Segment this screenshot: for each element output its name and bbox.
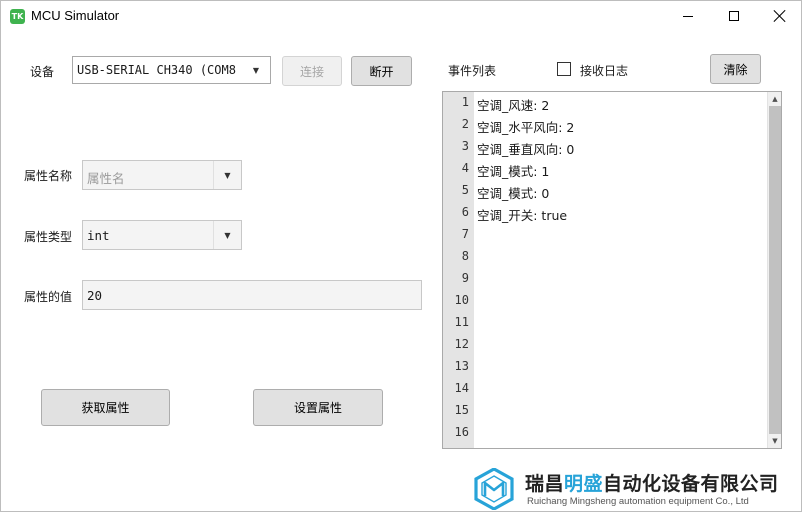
- scrollbar-thumb[interactable]: [769, 106, 781, 434]
- line-number: 6: [461, 205, 469, 219]
- event-line: 空调_模式: 0: [477, 186, 550, 201]
- line-number: 16: [454, 425, 469, 439]
- event-line: 空调_模式: 1: [477, 164, 550, 179]
- receive-log-checkbox[interactable]: [557, 62, 571, 76]
- line-number: 4: [461, 161, 469, 175]
- line-number: 12: [454, 337, 469, 351]
- line-number: 5: [461, 183, 469, 197]
- minimize-button[interactable]: [665, 1, 711, 31]
- property-name-label: 属性名称: [24, 169, 73, 183]
- company-name-en: Ruichang Mingsheng automation equipment …: [527, 496, 749, 507]
- property-value-input-wrapper: [82, 280, 422, 310]
- scroll-up-icon[interactable]: ▲: [768, 92, 781, 106]
- line-number: 8: [461, 249, 469, 263]
- property-value-label: 属性的值: [24, 290, 73, 304]
- close-button[interactable]: [757, 1, 802, 31]
- disconnect-button[interactable]: 断开: [351, 56, 412, 86]
- property-name-select[interactable]: 属性名 ▼: [82, 160, 242, 190]
- set-property-button[interactable]: 设置属性: [253, 389, 383, 426]
- app-window: TK MCU Simulator 设备 USB-SERIAL CH340 (CO…: [0, 0, 802, 512]
- receive-log-label[interactable]: 接收日志: [580, 62, 628, 79]
- vertical-scrollbar[interactable]: ▲ ▼: [767, 92, 781, 448]
- event-line: 空调_水平风向: 2: [477, 120, 575, 135]
- property-name-placeholder: 属性名: [87, 171, 125, 186]
- event-list[interactable]: 1 2 3 4 5 6 7 8 9 10 11 12 13 14 15 16 空调_风速: 2 空调_水平风向: …: [442, 91, 782, 449]
- scroll-down-icon[interactable]: ▼: [768, 434, 781, 448]
- event-line: 空调_风速: 2: [477, 98, 550, 113]
- line-number: 10: [454, 293, 469, 307]
- line-number: 15: [454, 403, 469, 417]
- connect-button[interactable]: 连接: [282, 56, 342, 86]
- line-number: 9: [461, 271, 469, 285]
- close-icon: [774, 10, 786, 22]
- get-property-button[interactable]: 获取属性: [41, 389, 170, 426]
- line-number: 13: [454, 359, 469, 373]
- property-type-label: 属性类型: [24, 230, 73, 244]
- company-name-cn: 瑞昌明盛自动化设备有限公司: [525, 473, 779, 495]
- app-icon: TK: [10, 9, 25, 24]
- event-list-title: 事件列表: [448, 64, 497, 78]
- company-logo-icon: [474, 468, 514, 510]
- property-type-select[interactable]: int ▼: [82, 220, 242, 250]
- line-number: 1: [461, 95, 469, 109]
- line-number: 11: [454, 315, 469, 329]
- line-number: 3: [461, 139, 469, 153]
- line-number: 2: [461, 117, 469, 131]
- company-watermark: 瑞昌明盛自动化设备有限公司 Ruichang Mingsheng automat…: [471, 464, 802, 512]
- maximize-button[interactable]: [711, 1, 757, 31]
- property-value-input[interactable]: [83, 281, 421, 309]
- property-type-value: int: [87, 228, 110, 243]
- chevron-down-icon[interactable]: ▼: [213, 221, 241, 249]
- window-title: MCU Simulator: [31, 8, 120, 23]
- chevron-down-icon[interactable]: ▼: [242, 57, 270, 83]
- device-select[interactable]: USB-SERIAL CH340 (COM8 ▼: [72, 56, 271, 84]
- chevron-down-icon[interactable]: ▼: [213, 161, 241, 189]
- maximize-icon: [729, 11, 739, 21]
- line-number: 7: [461, 227, 469, 241]
- minimize-icon: [683, 15, 693, 17]
- title-bar[interactable]: TK MCU Simulator: [1, 1, 801, 31]
- event-line: 空调_垂直风向: 0: [477, 142, 575, 157]
- device-label: 设备: [30, 65, 55, 79]
- line-number: 14: [454, 381, 469, 395]
- device-select-value: USB-SERIAL CH340 (COM8: [77, 63, 236, 77]
- event-line: 空调_开关: true: [477, 208, 568, 223]
- clear-button[interactable]: 清除: [710, 54, 761, 84]
